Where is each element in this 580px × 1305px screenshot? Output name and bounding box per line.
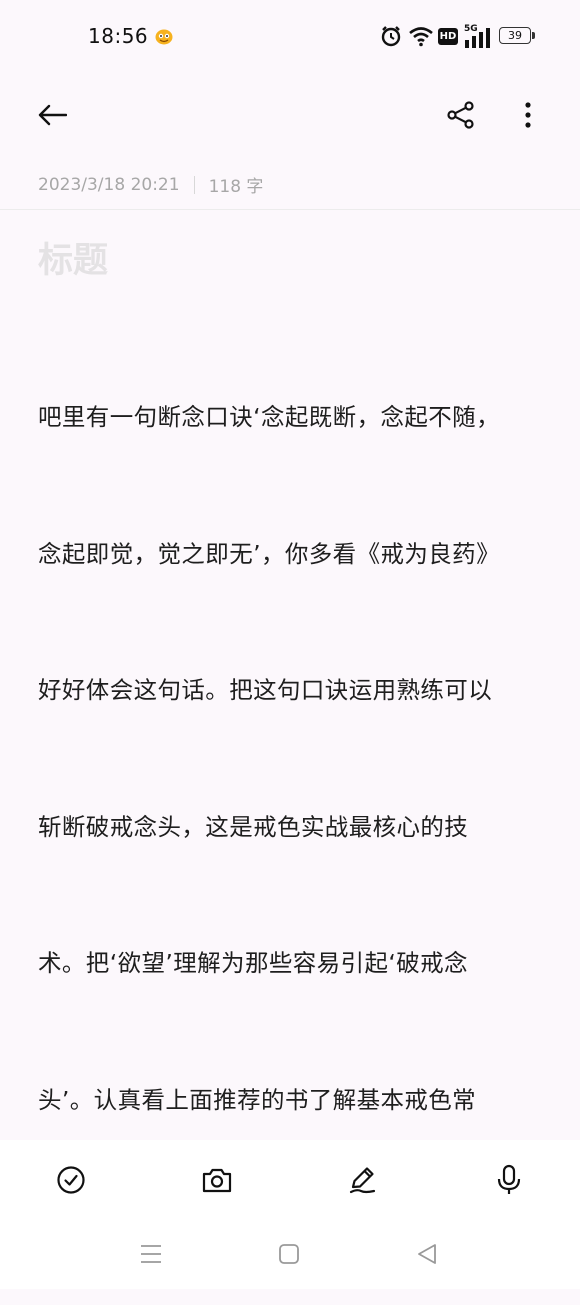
emoji-face-icon — [155, 29, 173, 45]
note-line: 术。把‘欲望’理解为那些容易引起‘破戒念 — [38, 949, 468, 977]
checklist-icon — [57, 1166, 85, 1194]
wifi-icon — [409, 27, 433, 47]
camera-button[interactable] — [193, 1156, 241, 1204]
note-line: 斩断破戒念头，这是戒色实战最核心的技 — [38, 812, 469, 841]
back-button[interactable] — [30, 93, 74, 137]
camera-icon — [202, 1168, 232, 1193]
alarm-icon — [381, 26, 401, 47]
status-bar: 18:56 HD 5G 39 — [0, 0, 580, 72]
recent-apps-button[interactable] — [131, 1234, 171, 1274]
note-date: 2023/3/18 20:21 — [38, 174, 180, 195]
note-meta: 2023/3/18 20:21 118 字 — [38, 172, 264, 198]
battery-level: 39 — [508, 29, 522, 42]
signal-5g-icon: 5G — [464, 24, 492, 48]
pen-icon — [349, 1167, 376, 1194]
note-line: 头’。认真看上面推荐的书了解基本戒色常 — [38, 1085, 477, 1114]
home-icon — [279, 1244, 299, 1264]
microphone-icon — [497, 1164, 521, 1194]
hd-icon: HD — [438, 28, 458, 45]
handwriting-button[interactable] — [339, 1156, 387, 1204]
share-icon — [447, 101, 474, 129]
checklist-button[interactable] — [47, 1156, 95, 1204]
note-line: 吧里有一句断念口诀‘念起既断，念起不随， — [38, 403, 500, 431]
meta-divider — [193, 175, 195, 194]
menu-icon — [141, 1245, 161, 1263]
voice-input-button[interactable] — [485, 1156, 533, 1204]
share-button[interactable] — [439, 93, 483, 137]
bottom-toolbar — [0, 1140, 580, 1220]
system-nav-bar — [0, 1220, 580, 1289]
hd-label: HD — [439, 31, 457, 42]
word-count: 118 字 — [208, 177, 264, 197]
note-title-input[interactable]: 标题 — [38, 232, 108, 283]
back-arrow-icon — [38, 104, 67, 126]
back-triangle-icon — [418, 1244, 436, 1264]
note-line: 念起即觉，觉之即无’，你多看《戒为良药》 — [38, 539, 500, 568]
top-toolbar — [0, 80, 580, 150]
more-vertical-icon — [525, 102, 531, 128]
status-time: 18:56 — [88, 24, 149, 48]
battery-icon: 39 — [499, 27, 531, 44]
home-button[interactable] — [269, 1234, 309, 1274]
note-line: 好好体会这句话。把这句口诀运用熟练可以 — [38, 676, 493, 704]
more-options-button[interactable] — [506, 93, 550, 137]
system-back-button[interactable] — [407, 1234, 447, 1274]
header-divider — [0, 209, 580, 210]
